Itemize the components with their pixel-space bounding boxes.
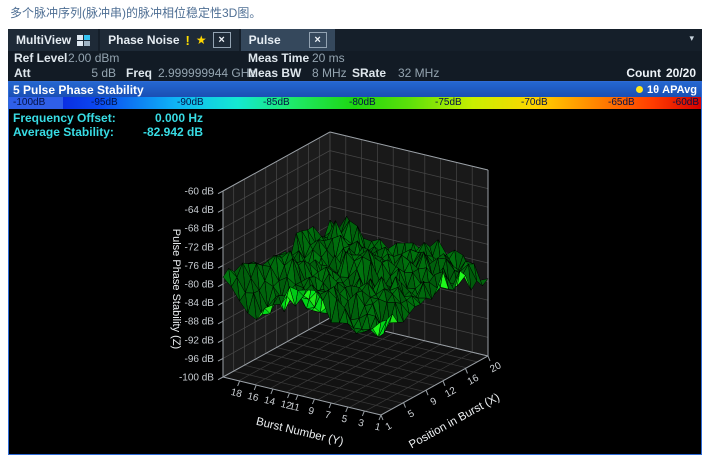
svg-text:5: 5: [406, 408, 417, 421]
page-caption: 多个脉冲序列(脉冲串)的脉冲相位稳定性3D图。: [10, 4, 261, 21]
meas-time-label[interactable]: Meas Time: [248, 51, 309, 65]
svg-text:Pulse Phase Stability (Z): Pulse Phase Stability (Z): [170, 229, 182, 349]
tab-phase-noise[interactable]: Phase Noise ! ★ ×: [100, 29, 238, 51]
svg-text:-72 dB: -72 dB: [185, 242, 215, 253]
meas-bw-label[interactable]: Meas BW: [248, 66, 301, 80]
plot-area: Frequency Offset:0.000 Hz Average Stabil…: [9, 109, 701, 452]
svg-text:3: 3: [357, 418, 365, 430]
count-label: Count: [626, 66, 661, 80]
svg-text:9: 9: [307, 406, 315, 418]
srate-value: 32 MHz: [398, 66, 439, 80]
svg-text:1: 1: [384, 420, 395, 433]
tab-multiview-label: MultiView: [16, 33, 71, 47]
freq-label[interactable]: Freq: [126, 66, 152, 80]
svg-text:Position in Burst (X): Position in Burst (X): [407, 391, 502, 451]
count-readout: Count 20/20: [626, 66, 696, 80]
header-bar: Ref Level 2.00 dBm Meas Time 20 ms Att 5…: [8, 51, 702, 81]
svg-text:14: 14: [263, 395, 277, 408]
svg-text:9: 9: [429, 396, 440, 409]
color-scale: -100dB -95dB -90dB -85dB -80dB -75dB -70dB -65d…: [9, 97, 701, 109]
svg-text:-88 dB: -88 dB: [185, 317, 215, 328]
window-title-bar[interactable]: 5 Pulse Phase Stability 1θ APAvg: [9, 82, 701, 97]
trace-dot-icon: [636, 86, 643, 93]
star-icon: ★: [196, 33, 207, 47]
warning-icon: !: [186, 33, 190, 48]
tab-pulse-close-button[interactable]: ×: [309, 32, 327, 48]
svg-text:Burst Number (Y): Burst Number (Y): [255, 416, 345, 449]
tab-bar: MultiView Phase Noise ! ★ × Pulse × ▾: [8, 29, 702, 51]
svg-text:-68 dB: -68 dB: [185, 224, 215, 235]
chevron-down-icon[interactable]: ▾: [689, 33, 694, 44]
meas-bw-value: 8 MHz: [312, 66, 347, 80]
trace-indicator: 1θ APAvg: [636, 82, 697, 97]
svg-text:20: 20: [488, 360, 503, 375]
svg-text:-100 dB: -100 dB: [179, 373, 214, 384]
scale-label: -75dB: [435, 97, 462, 109]
svg-text:-96 dB: -96 dB: [185, 354, 215, 365]
scale-label: -90dB: [177, 97, 204, 109]
close-icon: ×: [218, 35, 224, 46]
svg-text:1: 1: [374, 422, 382, 434]
svg-text:18: 18: [230, 387, 244, 400]
header-row-1: Ref Level 2.00 dBm Meas Time 20 ms: [8, 51, 702, 66]
tab-phase-noise-close-button[interactable]: ×: [213, 32, 231, 48]
multiview-grid-icon: [77, 35, 90, 46]
att-label[interactable]: Att: [14, 66, 31, 80]
scale-label: -85dB: [263, 97, 290, 109]
svg-text:-92 dB: -92 dB: [185, 335, 215, 346]
svg-text:-84 dB: -84 dB: [185, 298, 215, 309]
analyzer-window: MultiView Phase Noise ! ★ × Pulse × ▾ Re…: [8, 29, 702, 455]
ref-level-label[interactable]: Ref Level: [14, 51, 67, 65]
svg-text:16: 16: [466, 373, 481, 388]
scale-label: -70dB: [521, 97, 548, 109]
svg-text:-80 dB: -80 dB: [185, 280, 215, 291]
result-window: 5 Pulse Phase Stability 1θ APAvg -100dB-…: [8, 81, 702, 455]
meas-time-value: 20 ms: [312, 51, 345, 65]
ref-level-value: 2.00 dBm: [68, 51, 119, 65]
tab-pulse[interactable]: Pulse ×: [241, 29, 335, 51]
svg-text:7: 7: [324, 410, 332, 422]
srate-label[interactable]: SRate: [352, 66, 386, 80]
freq-value: 2.999999944 GHz: [158, 66, 255, 80]
svg-text:16: 16: [246, 391, 260, 404]
scale-label: -60dB: [672, 97, 699, 109]
scale-label: -65dB: [608, 97, 635, 109]
window-title: 5 Pulse Phase Stability: [9, 83, 144, 97]
3d-surface-plot: -60 dB -64 dB -68 dB -72 dB -76 dB -80 dB -84 …: [9, 109, 701, 452]
tab-pulse-label: Pulse: [249, 33, 281, 47]
header-row-2: Att 5 dB Freq 2.999999944 GHz Meas BW 8 …: [8, 66, 702, 81]
count-value: 20/20: [666, 66, 696, 80]
scale-label: -95dB: [91, 97, 118, 109]
trace-label: 1θ APAvg: [647, 84, 697, 96]
tab-phase-noise-label: Phase Noise: [108, 33, 179, 47]
close-icon: ×: [314, 35, 320, 46]
svg-text:12: 12: [443, 385, 458, 400]
svg-text:-64 dB: -64 dB: [185, 205, 215, 216]
tab-multiview[interactable]: MultiView: [8, 29, 98, 51]
att-value: 5 dB: [78, 66, 116, 80]
svg-text:5: 5: [340, 414, 348, 426]
svg-text:-60 dB: -60 dB: [185, 187, 215, 198]
scale-label: -100dB: [13, 97, 45, 109]
svg-text:11: 11: [288, 401, 301, 414]
svg-text:-76 dB: -76 dB: [185, 261, 215, 272]
scale-label: -80dB: [349, 97, 376, 109]
